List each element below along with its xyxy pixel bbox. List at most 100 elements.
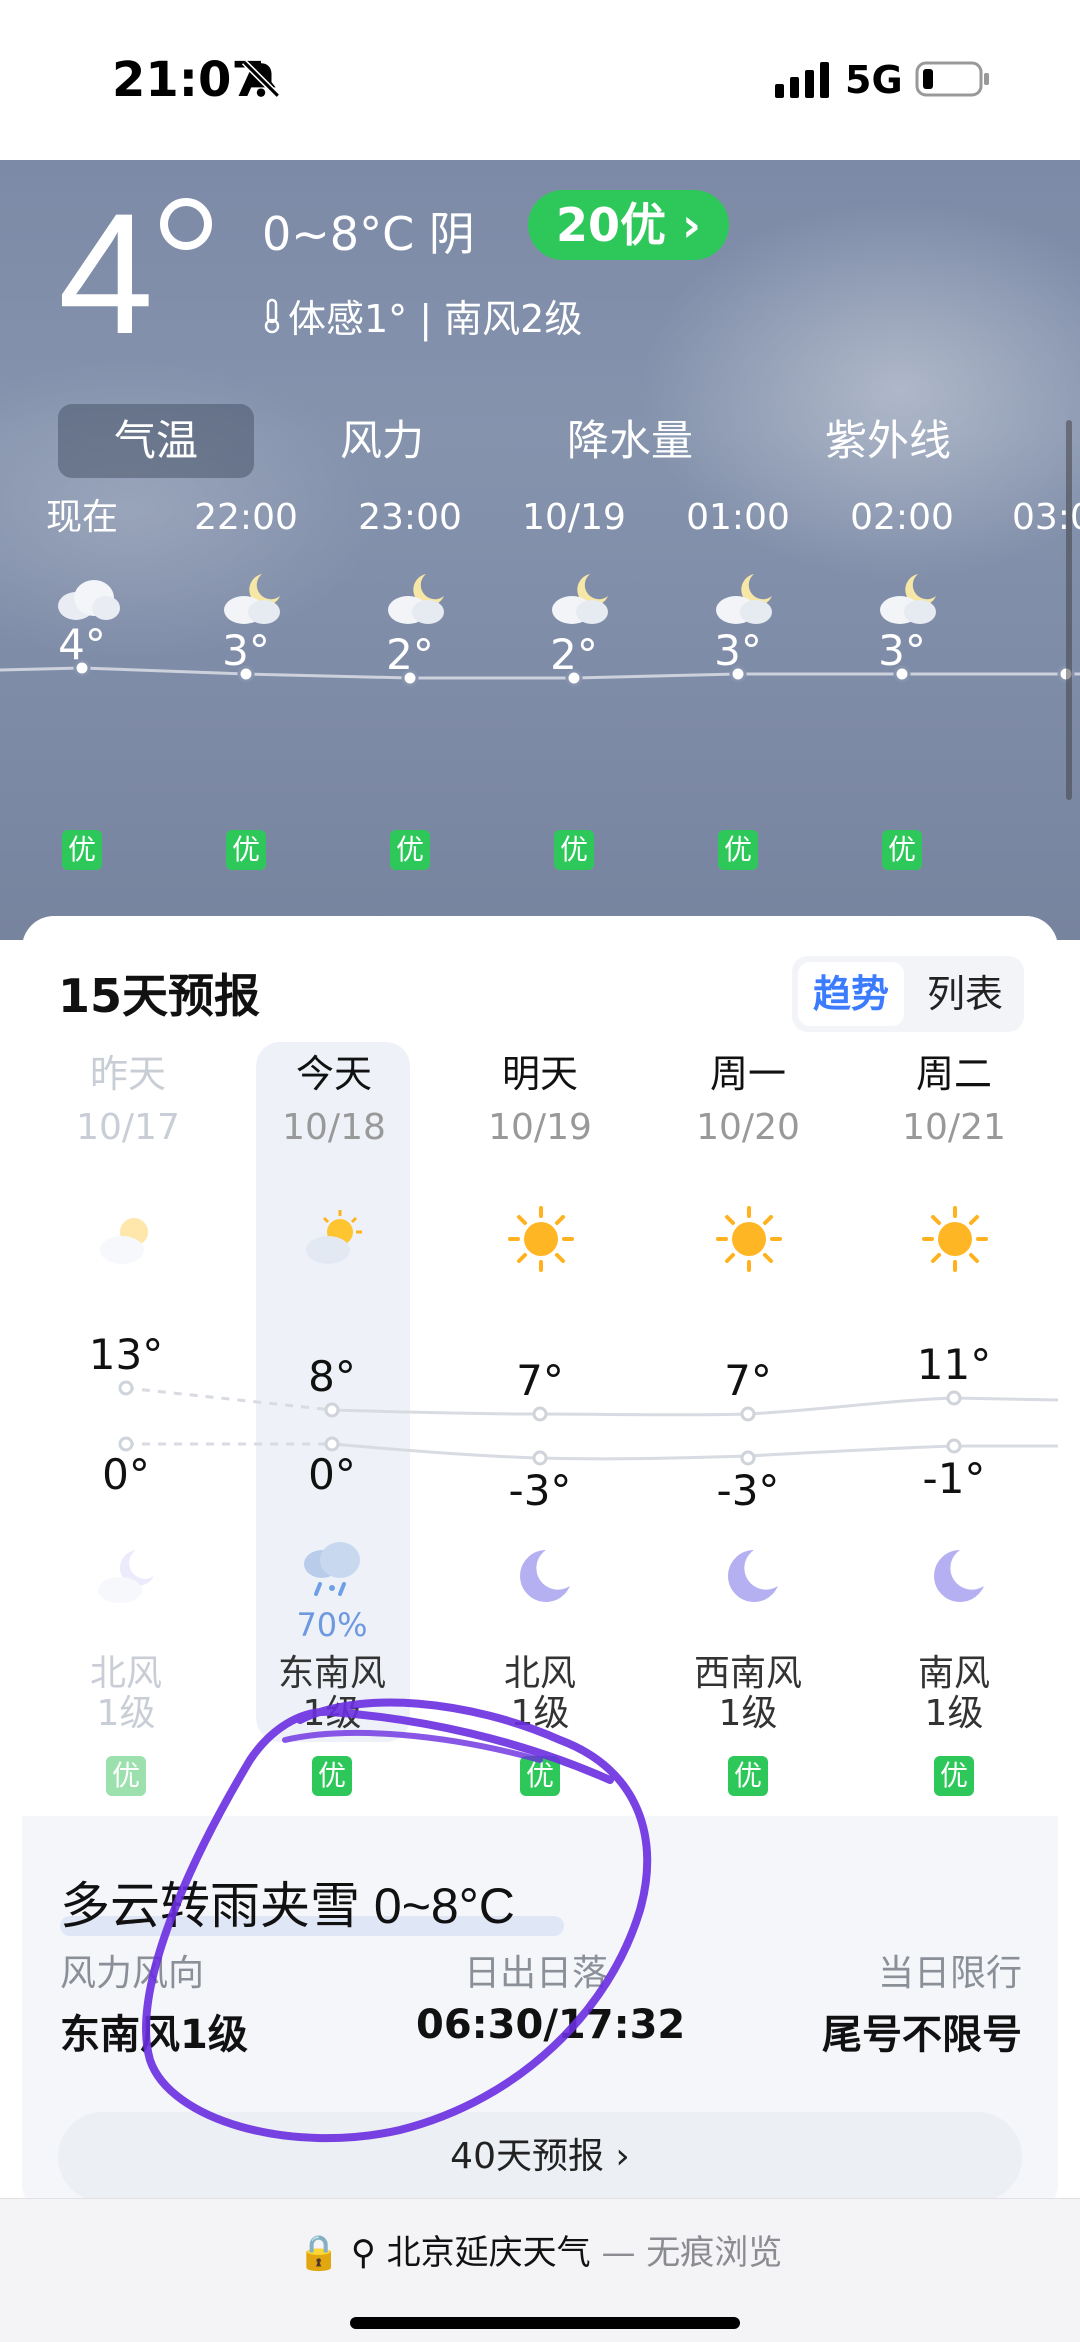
low-temp: -3° xyxy=(716,1466,780,1515)
rain-snow-icon xyxy=(304,1542,360,1596)
status-bar: 21:07 5G xyxy=(0,0,1080,160)
weather-hero: 4 0~8°C 阴 20优 › 体感1° | 南风2级 气温 风力 降水量 紫外… xyxy=(0,160,1080,940)
feels-like-row: 体感1° | 南风2级 xyxy=(262,288,582,343)
site-name: 北京延庆天气 xyxy=(386,2233,591,2273)
aqi-chip: 优 xyxy=(882,830,922,870)
aqi-chip: 优 xyxy=(728,1756,768,1796)
wind-level-text: 1级 xyxy=(718,1693,778,1734)
network-label: 5G xyxy=(845,58,903,102)
hour-label: 10/19 xyxy=(522,497,626,538)
low-temp: 0° xyxy=(308,1450,356,1499)
tab-wind[interactable]: 风力 xyxy=(262,404,502,478)
wind-label: 风力风向 xyxy=(60,1953,205,1994)
wind-dir-text: 北风 xyxy=(503,1653,576,1694)
wind-direction: 南风 1级 xyxy=(874,1654,1034,1734)
aqi-chip: 优 xyxy=(226,830,266,870)
sunrise-label: 日出日落 xyxy=(464,1953,609,1994)
moon-cloud-icon xyxy=(224,574,280,624)
thermometer-icon xyxy=(264,298,280,333)
wind-direction: 北风 1级 xyxy=(460,1654,620,1734)
high-temp: 11° xyxy=(916,1340,992,1389)
aqi-chip: 优 xyxy=(312,1756,352,1796)
precip-chance: 70% xyxy=(296,1606,368,1644)
low-temp: 0° xyxy=(102,1450,150,1499)
traffic-limit-label: 当日限行 xyxy=(877,1953,1022,1994)
browser-address-bar[interactable]: 🔒 ⚲ 北京延庆天气 — 无痕浏览 xyxy=(0,2198,1080,2342)
hour-column: 23:00 2° 优 xyxy=(328,490,492,870)
search-icon: ⚲ xyxy=(350,2233,376,2273)
metric-tabs: 气温 风力 降水量 紫外线 xyxy=(58,404,1018,478)
aqi-chip: 优 xyxy=(718,830,758,870)
sunrise-value: 06:30/17:32 xyxy=(416,2002,686,2048)
today-range-condition: 0~8°C 阴 xyxy=(262,207,475,261)
battery-icon xyxy=(915,61,989,97)
tab-precipitation[interactable]: 降水量 xyxy=(510,404,750,478)
wind-dir-text: 北风 xyxy=(89,1653,162,1694)
hourly-forecast[interactable]: 现在 4° 优 22:00 3° 优 23:00 2° 优 10/19 2° 优… xyxy=(0,490,1080,910)
hour-temp: 2° xyxy=(550,630,598,679)
moon-cloud-icon xyxy=(98,1550,154,1603)
hour-label: 23:00 xyxy=(358,497,462,538)
aqi-badge[interactable]: 20优 › xyxy=(528,190,729,260)
degree-symbol xyxy=(160,198,212,250)
hour-temp: 4° xyxy=(58,620,106,669)
aqi-chip: 优 xyxy=(554,830,594,870)
wind-level-text: 1级 xyxy=(302,1693,362,1734)
high-temp: 7° xyxy=(724,1356,772,1405)
traffic-limit-value: 尾号不限号 xyxy=(822,2012,1022,2058)
tab-temperature[interactable]: 气温 xyxy=(58,404,254,478)
hour-temp: 2° xyxy=(386,630,434,679)
hour-column: 02:00 3° 优 xyxy=(820,490,984,870)
wind-level-text: 1级 xyxy=(96,1693,156,1734)
cloudy-icon xyxy=(58,580,120,620)
aqi-chip: 优 xyxy=(520,1756,560,1796)
aqi-chip: 优 xyxy=(106,1756,146,1796)
high-temp: 8° xyxy=(308,1352,356,1401)
aqi-chip: 优 xyxy=(62,830,102,870)
address-row[interactable]: 🔒 ⚲ 北京延庆天气 — 无痕浏览 xyxy=(0,2225,1080,2274)
scrollbar[interactable] xyxy=(1066,420,1072,800)
current-temperature: 4 xyxy=(58,178,154,370)
hour-label: 01:00 xyxy=(686,497,790,538)
wind-direction: 西南风 1级 xyxy=(668,1654,828,1734)
hour-label: 02:00 xyxy=(850,497,954,538)
aqi-chip: 优 xyxy=(934,1756,974,1796)
tab-uv[interactable]: 紫外线 xyxy=(758,404,1018,478)
moon-icon xyxy=(728,1550,778,1602)
wind-dir-text: 西南风 xyxy=(693,1653,802,1694)
wind-value: 东南风1级 xyxy=(60,2012,248,2058)
hour-column: 01:00 3° 优 xyxy=(656,490,820,870)
hour-label: 现在 xyxy=(45,497,118,538)
wind-direction: 北风 1级 xyxy=(46,1654,206,1734)
hour-temp: 3° xyxy=(222,626,270,675)
today-detail: 多云转雨夹雪 0~8°C 风力风向 日出日落 当日限行 东南风1级 06:30/… xyxy=(22,1816,1058,2216)
wind-level-text: 1级 xyxy=(510,1693,570,1734)
wind-dir-text: 南风 xyxy=(917,1653,990,1694)
hour-column: 10/19 2° 优 xyxy=(492,490,656,870)
aqi-chip: 优 xyxy=(390,830,430,870)
hour-label: 22:00 xyxy=(194,497,298,538)
private-mode-label: — 无痕浏览 xyxy=(601,2233,783,2273)
forty-day-forecast-button[interactable]: 40天预报 › xyxy=(58,2112,1022,2202)
wind-level-text: 1级 xyxy=(924,1693,984,1734)
detail-title: 多云转雨夹雪 0~8°C xyxy=(60,1878,515,1934)
home-indicator[interactable] xyxy=(350,2317,740,2329)
lock-icon: 🔒 xyxy=(297,2233,341,2273)
moon-cloud-icon xyxy=(552,574,608,624)
feels-like-text: 体感1° | 南风2级 xyxy=(288,297,583,341)
moon-cloud-icon xyxy=(388,574,444,624)
hour-column: 现在 4° 优 xyxy=(0,490,164,870)
signal-icon xyxy=(775,62,829,98)
bell-muted-icon xyxy=(241,59,281,99)
hour-column: 22:00 3° 优 xyxy=(164,490,328,870)
fifteen-day-card: 15天预报 趋势 列表 昨天 10/17 今天 10/18 明天 10/19 周… xyxy=(22,916,1058,2216)
low-temp: -3° xyxy=(508,1466,572,1515)
hour-temp: 3° xyxy=(714,626,762,675)
moon-cloud-icon xyxy=(880,574,936,624)
high-temp: 7° xyxy=(516,1356,564,1405)
moon-icon xyxy=(520,1550,570,1602)
high-temp: 13° xyxy=(88,1330,164,1379)
wind-dir-text: 东南风 xyxy=(277,1653,386,1694)
moon-icon xyxy=(934,1550,984,1602)
low-temp: -1° xyxy=(922,1454,986,1503)
